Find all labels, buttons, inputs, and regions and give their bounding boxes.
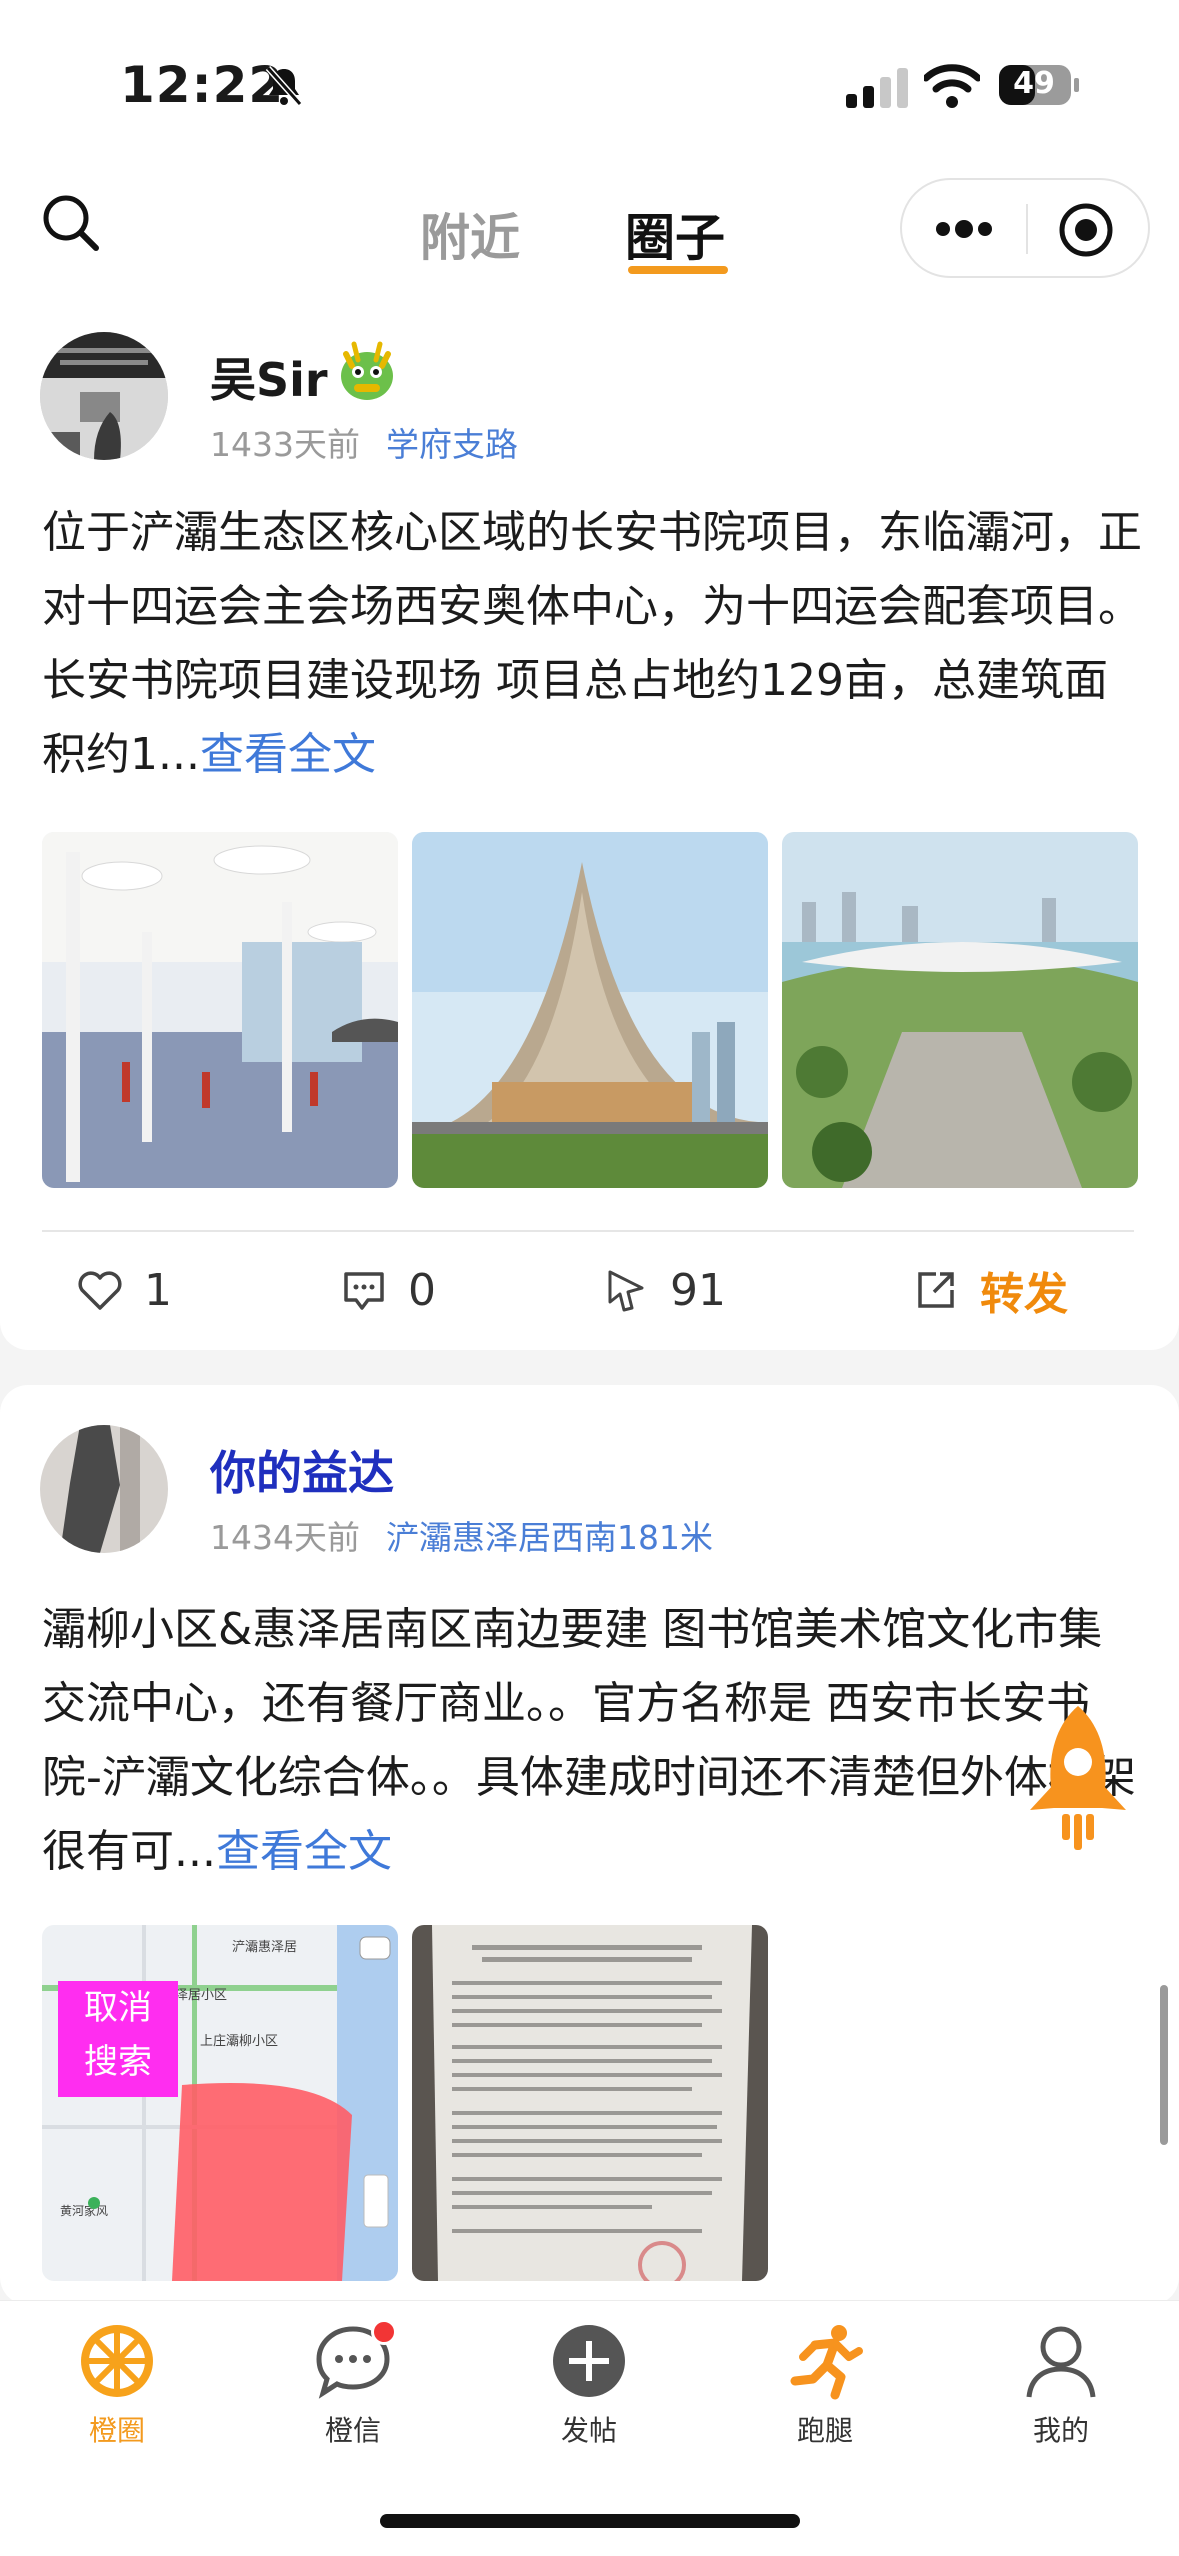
post-image-map[interactable]: 浐灞惠泽居 惠泽居小区 上庄灞柳小区 黄河家风 取消 搜索 xyxy=(42,1925,398,2281)
more-icon[interactable] xyxy=(934,206,994,252)
post-card[interactable]: 吴Sir 1433天前 学府支路 位于浐灞生态区核心区域的长安书院项目，东临灞河，… xyxy=(0,290,1179,1350)
post-body: 灞柳小区&惠泽居南区南边要建 图书馆美术馆文化市集交流中心，还有餐厅商业。。官方… xyxy=(42,1604,1136,1877)
tab-nearby[interactable]: 附近 xyxy=(420,198,520,270)
rocket-icon[interactable] xyxy=(1018,1700,1138,1860)
document-photo-image xyxy=(412,1925,768,2281)
post-image-3[interactable] xyxy=(782,832,1138,1188)
avatar[interactable] xyxy=(40,332,168,460)
post-text[interactable]: 位于浐灞生态区核心区域的长安书院项目，东临灞河，正对十四运会主会场西安奥体中心，… xyxy=(42,496,1142,792)
post-location[interactable]: 学府支路 xyxy=(386,425,518,464)
battery-level: 49 xyxy=(1013,66,1055,101)
status-bar: 12:22 49 xyxy=(0,0,1179,170)
bell-off-icon xyxy=(265,66,303,106)
action-divider xyxy=(42,1230,1134,1232)
avatar-image xyxy=(40,332,168,460)
post-card[interactable]: 你的益达 1434天前 浐灞惠泽居西南181米 灞柳小区&惠泽居南区南边要建 图书… xyxy=(0,1385,1179,2305)
read-more-link[interactable]: 查看全文 xyxy=(216,1826,392,1877)
like-button[interactable]: 1 xyxy=(76,1250,172,1330)
cell-signal-icon xyxy=(846,68,908,108)
post-image-document[interactable] xyxy=(412,1925,768,2281)
post-meta: 1434天前 浐灞惠泽居西南181米 xyxy=(210,1511,713,1559)
wifi-icon xyxy=(924,64,980,108)
tabbar-item-messages[interactable]: 橙信 xyxy=(278,2321,428,2449)
cancel-search-overlay: 取消 搜索 xyxy=(58,1981,178,2097)
tabbar-label: 发帖 xyxy=(560,2414,617,2447)
search-icon[interactable] xyxy=(40,192,102,254)
share-label: 转发 xyxy=(980,1269,1068,1320)
orange-slice-icon xyxy=(81,2325,153,2397)
comment-count: 0 xyxy=(408,1264,436,1316)
map-label: 上庄灞柳小区 xyxy=(200,2033,278,2049)
like-count: 1 xyxy=(144,1264,172,1316)
post-text[interactable]: 灞柳小区&惠泽居南区南边要建 图书馆美术馆文化市集交流中心，还有餐厅商业。。官方… xyxy=(42,1593,1142,1889)
close-miniapp-icon[interactable] xyxy=(1058,202,1114,258)
tabbar-item-profile[interactable]: 我的 xyxy=(986,2321,1136,2449)
tabbar-item-errands[interactable]: 跑腿 xyxy=(750,2321,900,2449)
post-location[interactable]: 浐灞惠泽居西南181米 xyxy=(386,1518,713,1557)
read-more-link[interactable]: 查看全文 xyxy=(200,729,376,780)
tabbar-label: 橙信 xyxy=(324,2414,381,2447)
library-exterior-image xyxy=(412,832,768,1188)
avatar-image xyxy=(40,1425,168,1553)
post-meta: 1433天前 学府支路 xyxy=(210,418,518,466)
tabbar-item-orange-circle[interactable]: 橙圈 xyxy=(42,2321,192,2449)
avatar[interactable] xyxy=(40,1425,168,1553)
comment-button[interactable]: 0 xyxy=(340,1250,436,1330)
post-username[interactable]: 吴Sir xyxy=(210,344,328,410)
status-time: 12:22 xyxy=(120,56,285,114)
map-label: 黄河家风 xyxy=(60,2203,108,2218)
post-image-1[interactable] xyxy=(42,832,398,1188)
heart-icon xyxy=(78,1271,122,1310)
map-label: 浐灞惠泽居 xyxy=(232,1940,297,1955)
share-icon xyxy=(918,1272,954,1308)
home-indicator xyxy=(380,2514,800,2528)
plus-circle-icon xyxy=(553,2325,625,2397)
views-count: 91 xyxy=(670,1264,726,1316)
tabbar-label: 橙圈 xyxy=(88,2414,145,2447)
active-tab-indicator xyxy=(628,266,728,274)
tabbar-label: 我的 xyxy=(1032,2414,1089,2447)
unread-badge xyxy=(371,2319,397,2345)
post-time: 1434天前 xyxy=(210,1518,360,1557)
scrollbar[interactable] xyxy=(1160,1985,1168,2145)
post-username[interactable]: 你的益达 xyxy=(210,1437,394,1503)
share-button[interactable]: 转发 xyxy=(912,1250,1068,1330)
tabbar-item-post[interactable]: 发帖 xyxy=(514,2321,664,2449)
comment-icon xyxy=(344,1272,384,1310)
map-image: 浐灞惠泽居 惠泽居小区 上庄灞柳小区 黄河家风 xyxy=(42,1925,398,2281)
post-image-2[interactable] xyxy=(412,832,768,1188)
aerial-view-image xyxy=(782,832,1138,1188)
capsule-divider xyxy=(1026,204,1028,254)
miniapp-capsule xyxy=(900,178,1150,278)
interior-render-image xyxy=(42,832,398,1188)
views-stat: 91 xyxy=(602,1250,726,1330)
pointer-icon xyxy=(608,1270,644,1312)
dragon-badge-icon xyxy=(341,341,393,400)
post-time: 1433天前 xyxy=(210,425,360,464)
top-nav: 附近 圈子 xyxy=(0,170,1179,300)
tab-circle[interactable]: 圈子 xyxy=(625,198,725,270)
runner-icon xyxy=(790,2325,863,2400)
user-icon xyxy=(1026,2326,1096,2398)
tabbar-label: 跑腿 xyxy=(796,2414,853,2447)
